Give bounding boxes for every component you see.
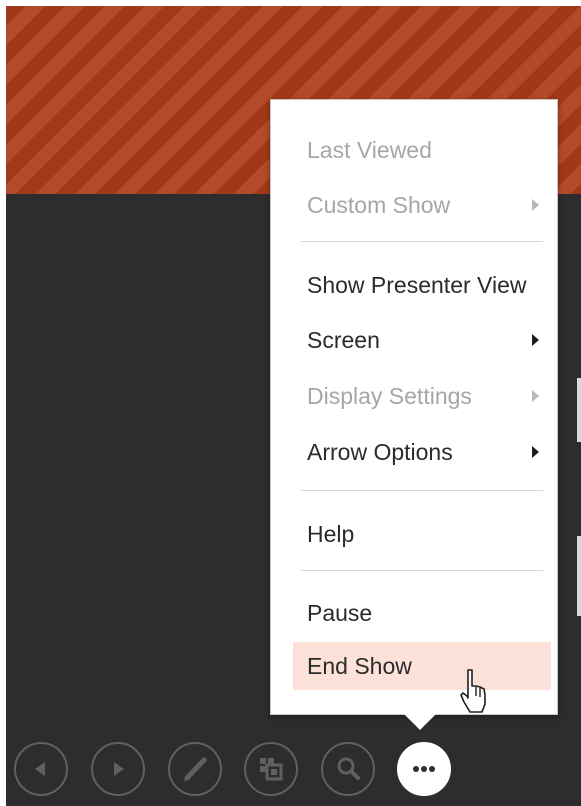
see-all-slides-icon xyxy=(260,758,283,781)
zoom-button[interactable] xyxy=(321,742,375,796)
mouse-cursor-icon xyxy=(460,669,486,713)
submenu-arrow-icon xyxy=(532,334,539,346)
menu-item-label: Pause xyxy=(307,599,373,626)
menu-separator xyxy=(301,241,543,242)
menu-item-label: Screen xyxy=(307,326,380,353)
menu-item-label: Arrow Options xyxy=(307,438,453,465)
menu-item-last-viewed[interactable]: Last Viewed xyxy=(293,126,551,174)
previous-icon xyxy=(35,762,45,776)
submenu-arrow-icon xyxy=(532,390,539,402)
see-all-slides-button[interactable] xyxy=(244,742,298,796)
menu-item-display-settings[interactable]: Display Settings xyxy=(293,372,551,420)
menu-item-label: Show Presenter View xyxy=(307,271,527,298)
menu-item-label: Display Settings xyxy=(307,382,472,409)
more-options-icon xyxy=(413,766,435,772)
menu-item-screen[interactable]: Screen xyxy=(293,316,551,364)
menu-item-label: End Show xyxy=(307,652,412,679)
submenu-arrow-icon xyxy=(532,446,539,458)
next-icon xyxy=(114,762,124,776)
menu-item-label: Help xyxy=(307,520,355,547)
menu-item-help[interactable]: Help xyxy=(293,510,551,558)
submenu-arrow-icon xyxy=(532,199,539,211)
slide-edge-mark xyxy=(577,378,581,442)
menu-separator xyxy=(301,490,543,491)
pen-tools-button[interactable] xyxy=(168,742,222,796)
next-slide-button[interactable] xyxy=(91,742,145,796)
menu-item-arrow-options[interactable]: Arrow Options xyxy=(293,428,551,476)
menu-item-end-show[interactable]: End Show xyxy=(293,642,551,690)
menu-item-label: Custom Show xyxy=(307,191,451,218)
menu-item-custom-show[interactable]: Custom Show xyxy=(293,181,551,229)
menu-item-label: Last Viewed xyxy=(307,136,432,163)
more-options-button[interactable] xyxy=(397,742,451,796)
zoom-icon xyxy=(337,757,360,780)
menu-pointer xyxy=(404,714,436,730)
pen-icon xyxy=(184,757,207,781)
slide-edge-mark xyxy=(577,536,581,616)
menu-item-show-presenter-view[interactable]: Show Presenter View xyxy=(293,261,551,309)
previous-slide-button[interactable] xyxy=(14,742,68,796)
menu-separator xyxy=(301,570,543,571)
slideshow-options-menu: Last Viewed Custom Show Show Presenter V… xyxy=(270,99,558,715)
menu-item-pause[interactable]: Pause xyxy=(293,589,551,637)
